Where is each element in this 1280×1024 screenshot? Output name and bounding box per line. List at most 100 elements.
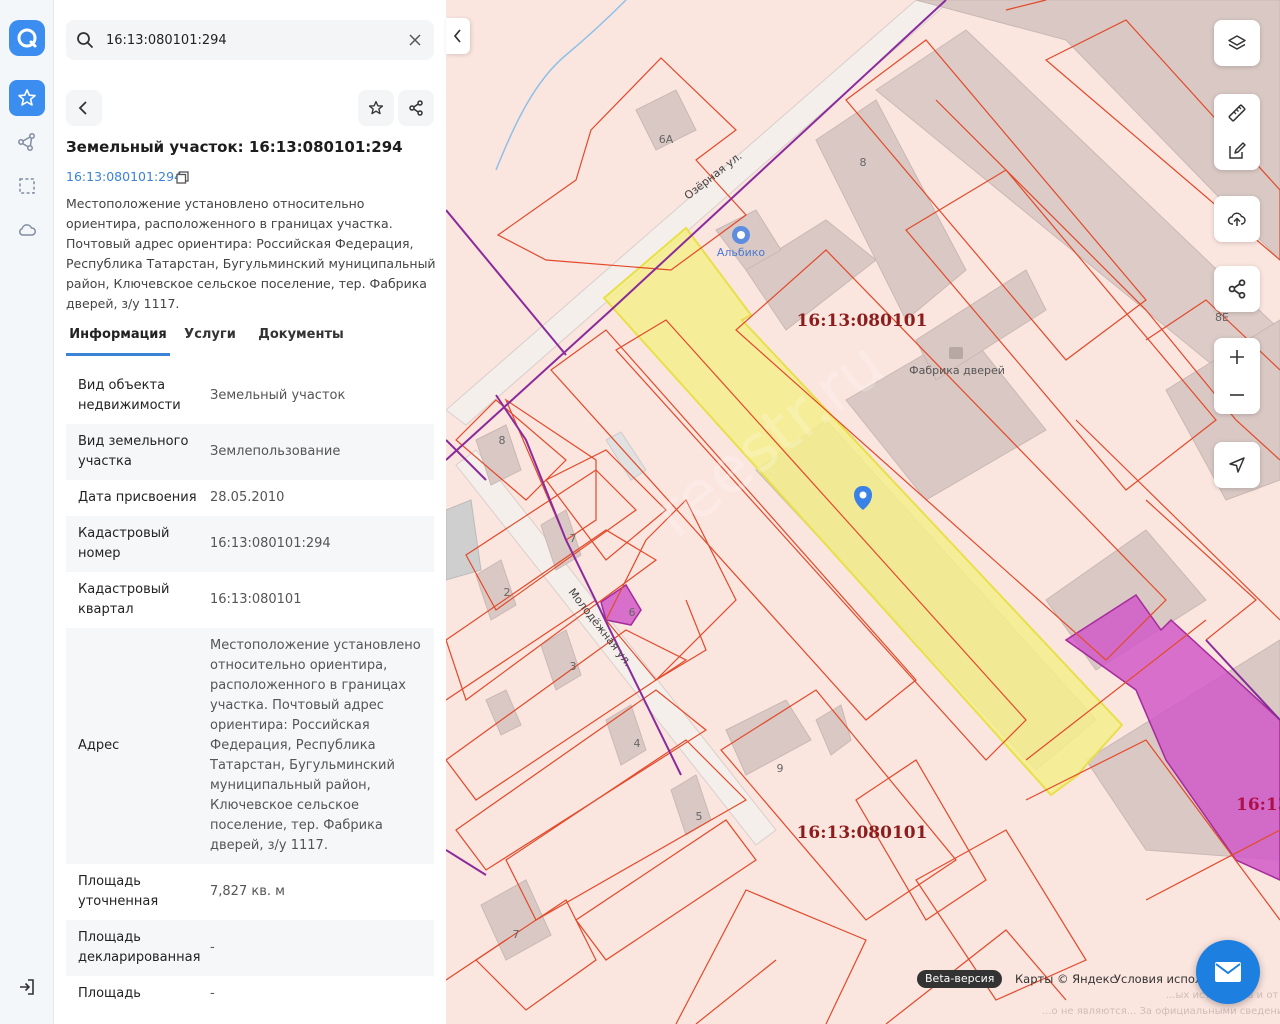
row-key: Площадь bbox=[78, 986, 141, 1001]
house-number: 4 bbox=[634, 737, 641, 750]
house-number: 7 bbox=[570, 532, 577, 545]
edit-button[interactable] bbox=[1214, 132, 1260, 170]
search-icon bbox=[77, 32, 93, 48]
table-row: Вид объекта недвижимости Земельный участ… bbox=[66, 368, 434, 424]
table-row: Площадь - bbox=[66, 976, 434, 1012]
copy-icon[interactable] bbox=[176, 171, 189, 184]
row-key: Вид земельного участка bbox=[78, 434, 189, 469]
back-button[interactable] bbox=[66, 90, 102, 126]
zoom-in-button[interactable] bbox=[1214, 338, 1260, 376]
row-key: Вид объекта недвижимости bbox=[78, 378, 181, 413]
select-area-rail-button[interactable] bbox=[17, 176, 37, 196]
share-button[interactable] bbox=[398, 90, 434, 126]
favorites-rail-button[interactable] bbox=[9, 80, 45, 116]
poi-albiko-label: Альбико bbox=[717, 246, 766, 259]
row-key: Кадастровый квартал bbox=[78, 582, 170, 617]
info-panel: Земельный участок: 16:13:080101:294 16:1… bbox=[54, 0, 446, 1024]
house-number: 3 bbox=[570, 660, 577, 673]
logout-button[interactable] bbox=[17, 977, 37, 997]
row-value: Земельный участок bbox=[210, 388, 346, 403]
row-value: - bbox=[210, 986, 215, 1001]
collapse-panel-button[interactable] bbox=[446, 18, 470, 54]
search-input[interactable] bbox=[106, 20, 396, 60]
house-number: 9 bbox=[777, 762, 784, 775]
zoom-out-button[interactable] bbox=[1214, 376, 1260, 414]
house-number: 6А bbox=[659, 133, 674, 146]
row-value: - bbox=[210, 940, 215, 955]
clear-search-icon[interactable] bbox=[408, 33, 422, 47]
share-icon bbox=[409, 100, 423, 116]
feedback-button[interactable] bbox=[1196, 940, 1260, 1004]
cloud-upload-icon bbox=[1227, 212, 1246, 226]
minus-icon bbox=[1230, 394, 1244, 396]
tab-documents[interactable]: Документы bbox=[256, 320, 346, 356]
terms-link[interactable]: Условия испол bbox=[1114, 972, 1202, 986]
poi-factory-icon[interactable] bbox=[949, 347, 963, 359]
star-outline-icon bbox=[368, 100, 384, 115]
house-number: 5 bbox=[696, 810, 703, 823]
house-number: 6 bbox=[629, 606, 636, 619]
left-rail bbox=[0, 0, 54, 1024]
zoom-group bbox=[1214, 338, 1260, 414]
plus-icon bbox=[1230, 350, 1244, 364]
upload-button[interactable] bbox=[1214, 196, 1260, 242]
row-key: Кадастровый номер bbox=[78, 526, 170, 561]
table-row: Вид земельного участка Землепользование bbox=[66, 424, 434, 480]
logout-icon bbox=[20, 979, 34, 995]
search-bar bbox=[66, 20, 434, 60]
house-number: 7 bbox=[513, 928, 520, 941]
share-icon bbox=[1228, 279, 1246, 299]
poi-factory-label: Фабрика дверей bbox=[909, 364, 1005, 377]
quarter-label-2: 16:13:080101 bbox=[797, 823, 928, 843]
disclaimer-text: ...о не являются... За официальными свед… bbox=[1042, 1006, 1280, 1017]
row-value: 16:13:080101:294 bbox=[210, 536, 331, 551]
tab-information[interactable]: Информация bbox=[66, 320, 170, 356]
tools-group bbox=[1214, 94, 1260, 170]
layers-icon bbox=[1228, 35, 1246, 50]
table-row: Кадастровый квартал 16:13:080101 bbox=[66, 572, 434, 628]
row-value: Местоположение установлено относительно … bbox=[210, 638, 421, 853]
quarter-label-3: 16:13 bbox=[1236, 795, 1280, 815]
app-logo[interactable] bbox=[9, 20, 45, 56]
row-key: Площадь уточненная bbox=[78, 874, 159, 909]
layers-button[interactable] bbox=[1214, 20, 1260, 66]
cloud-rail-button[interactable] bbox=[17, 220, 37, 240]
my-location-button[interactable] bbox=[1214, 442, 1260, 488]
house-number: 8Е bbox=[1215, 311, 1229, 324]
edit-icon bbox=[1229, 142, 1246, 159]
map-copyright[interactable]: Карты © Яндекс bbox=[1015, 972, 1116, 986]
row-value: Землепользование bbox=[210, 444, 341, 459]
star-icon bbox=[18, 89, 36, 106]
cadastral-map: 16:13:080101 16:13:080101 16:13 Озёрная … bbox=[446, 0, 1280, 1024]
chevron-left-icon bbox=[78, 101, 87, 115]
parcel-description: Местоположение установлено относительно … bbox=[66, 196, 436, 311]
map-share-button[interactable] bbox=[1214, 266, 1260, 312]
table-row: Дата присвоения 28.05.2010 bbox=[66, 480, 434, 516]
add-favorite-button[interactable] bbox=[358, 90, 394, 126]
map-canvas[interactable]: 16:13:080101 16:13:080101 16:13 Озёрная … bbox=[446, 0, 1280, 1024]
cloud-icon bbox=[19, 224, 36, 236]
table-row: Адрес Местоположение установлено относит… bbox=[66, 628, 434, 864]
tab-bar: Информация Услуги Документы bbox=[66, 320, 434, 356]
cadastral-number-link[interactable]: 16:13:080101:294 bbox=[66, 169, 182, 184]
row-value: 28.05.2010 bbox=[210, 490, 285, 505]
page-title: Земельный участок: 16:13:080101:294 bbox=[66, 138, 403, 156]
table-row: Площадь уточненная 7,827 кв. м bbox=[66, 864, 434, 920]
row-key: Адрес bbox=[78, 738, 120, 753]
house-number: 8 bbox=[499, 434, 506, 447]
table-row: Площадь декларированная - bbox=[66, 920, 434, 976]
house-number: 8 bbox=[860, 156, 867, 169]
ruler-icon bbox=[1228, 104, 1246, 122]
tab-services[interactable]: Услуги bbox=[180, 320, 240, 356]
navigation-arrow-icon bbox=[1229, 457, 1245, 473]
chevron-left-icon bbox=[453, 29, 461, 43]
quarter-label-1: 16:13:080101 bbox=[797, 311, 928, 331]
route-rail-button[interactable] bbox=[17, 132, 37, 152]
row-key: Дата присвоения bbox=[78, 490, 197, 505]
mail-icon bbox=[1215, 962, 1241, 982]
logo-icon bbox=[17, 28, 37, 48]
select-area-icon bbox=[19, 178, 35, 194]
row-value: 16:13:080101 bbox=[210, 592, 302, 607]
info-table: Вид объекта недвижимости Земельный участ… bbox=[66, 368, 434, 1012]
ruler-button[interactable] bbox=[1214, 94, 1260, 132]
